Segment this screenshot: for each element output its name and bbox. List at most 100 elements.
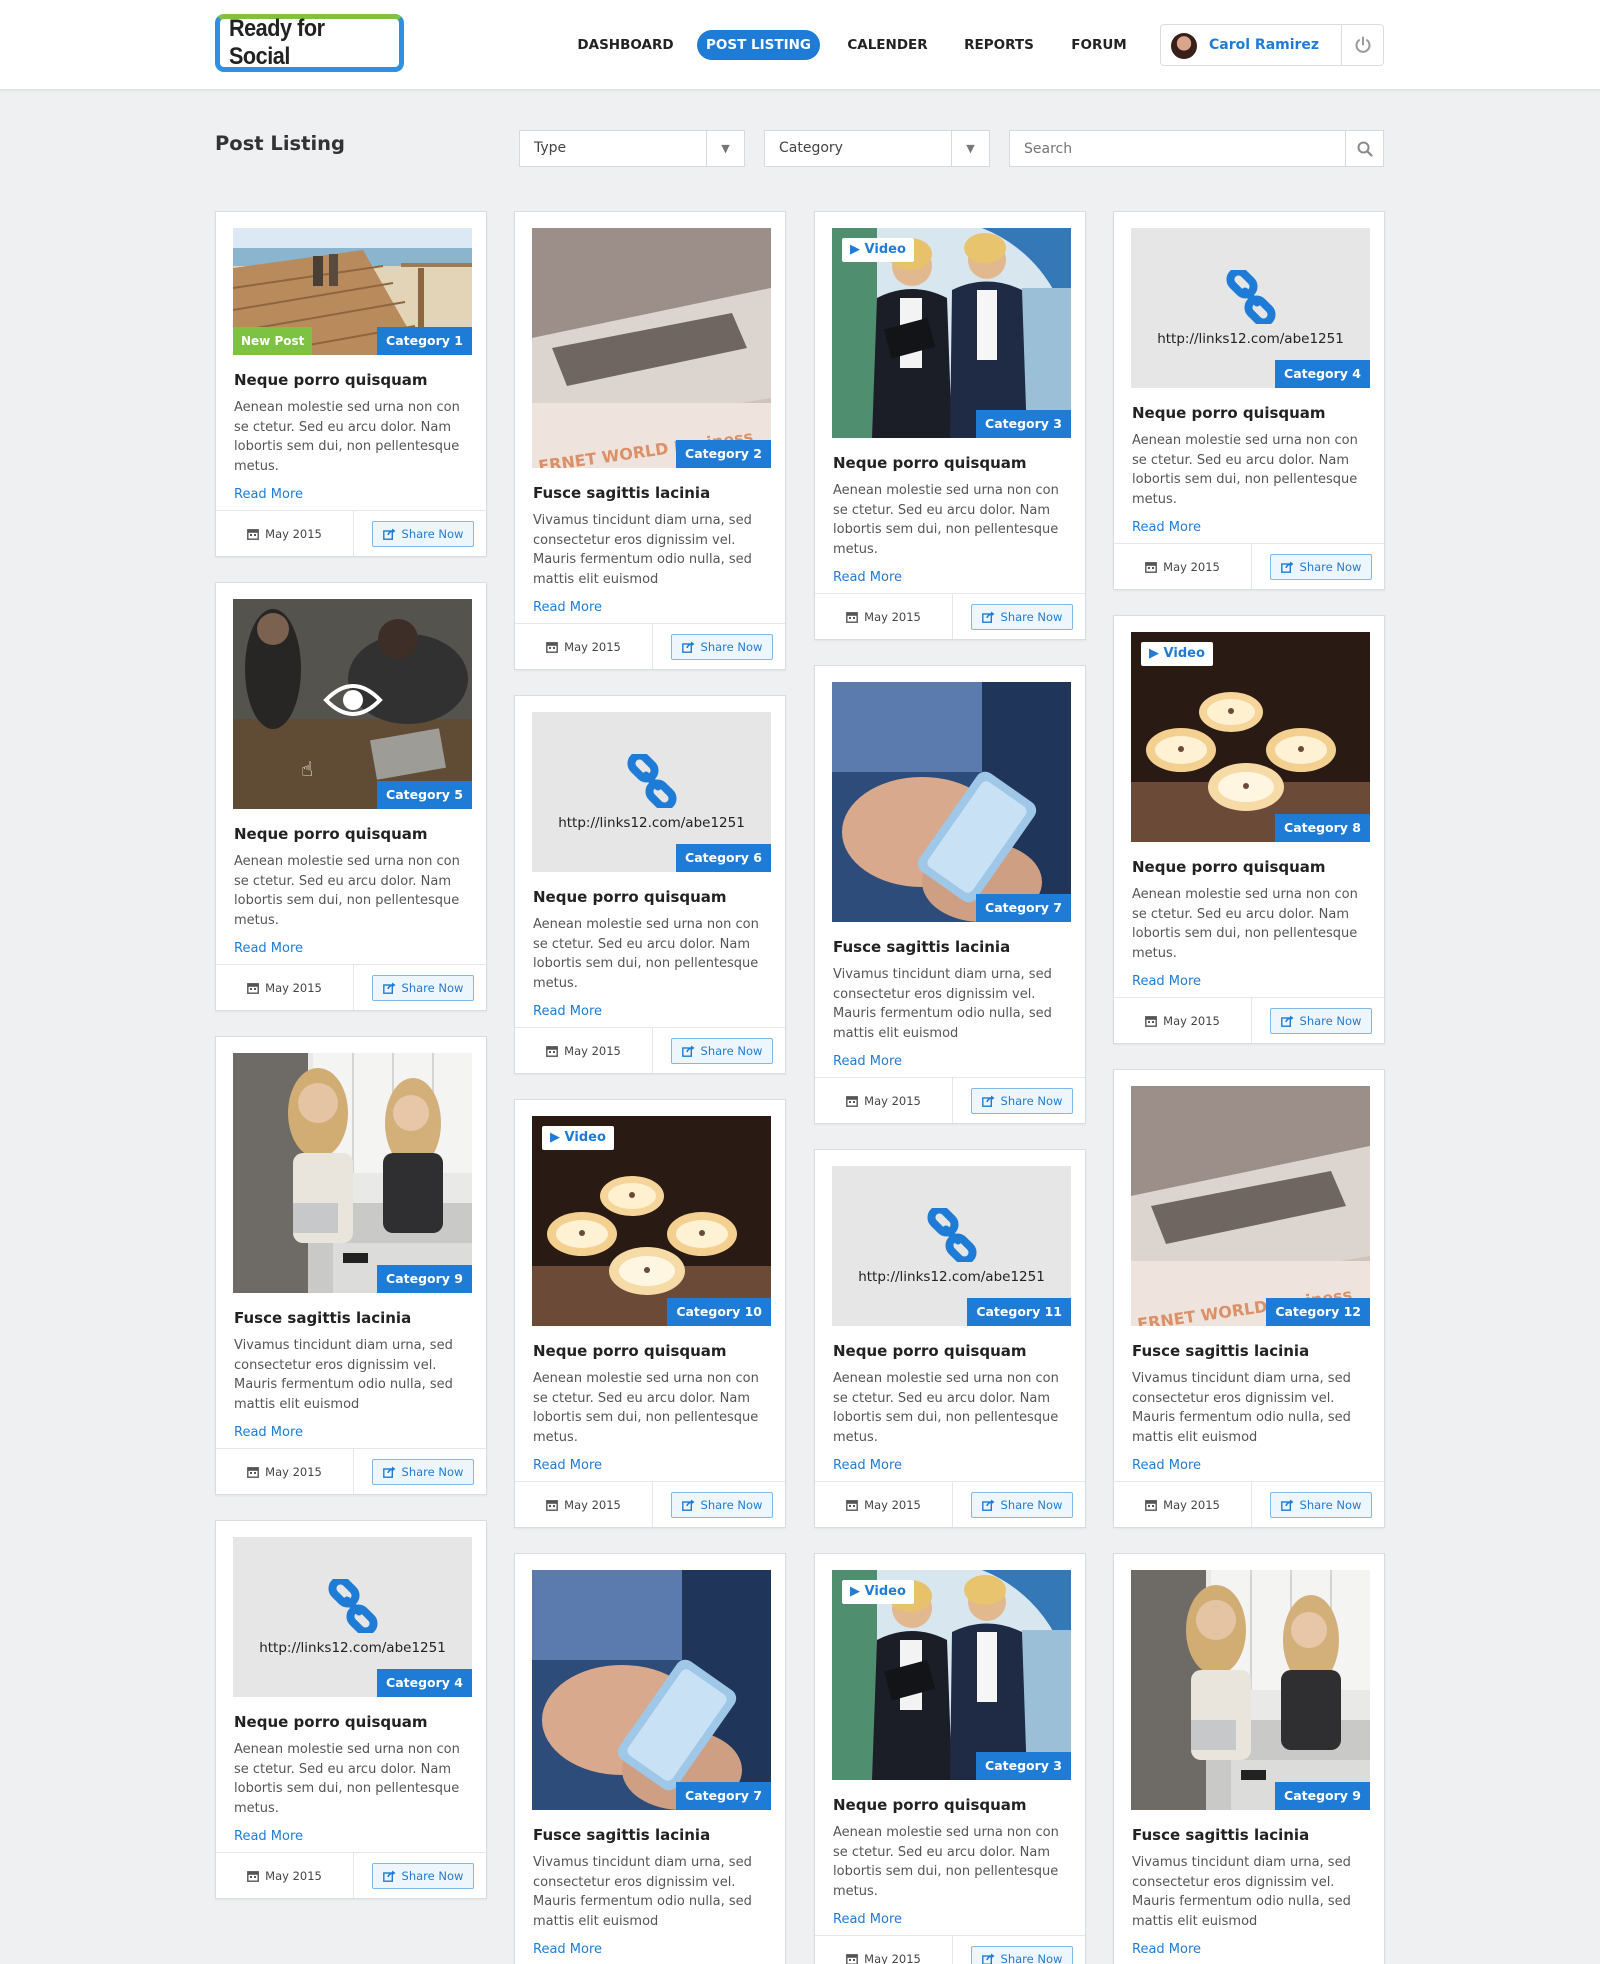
read-more-link[interactable]: Read More: [234, 941, 303, 956]
nav-calender[interactable]: CALENDER: [835, 30, 940, 60]
post-title[interactable]: Neque porro quisquam: [234, 1713, 428, 1731]
category-badge[interactable]: Category 2: [676, 440, 771, 468]
read-more-link[interactable]: Read More: [1132, 1942, 1201, 1957]
post-card[interactable]: ERNET WORLD BusinessCategory 2 Fusce sagi…: [514, 211, 786, 670]
read-more-link[interactable]: Read More: [833, 1912, 902, 1927]
share-now-button[interactable]: Share Now: [1270, 1008, 1372, 1034]
post-title[interactable]: Neque porro quisquam: [234, 825, 428, 843]
link-preview[interactable]: http://links12.com/abe1251 Category 6: [532, 712, 771, 872]
post-card[interactable]: ▶ Video Category 3 Neque porro quisquam Aen…: [814, 1553, 1086, 1964]
post-title[interactable]: Fusce sagittis lacinia: [533, 484, 710, 502]
user-menu[interactable]: Carol Ramirez: [1160, 24, 1384, 66]
share-now-button[interactable]: Share Now: [671, 1492, 773, 1518]
post-image[interactable]: New Post Category 1: [233, 228, 472, 355]
post-image[interactable]: ☝ Category 5: [233, 599, 472, 809]
post-card[interactable]: Category 9 Fusce sagittis lacinia Vivamus …: [215, 1036, 487, 1495]
post-title[interactable]: Fusce sagittis lacinia: [833, 938, 1010, 956]
post-card[interactable]: http://links12.com/abe1251 Category 4 Nequ…: [215, 1520, 487, 1899]
category-badge[interactable]: Category 9: [377, 1265, 472, 1293]
post-card[interactable]: ▶ Video Category 10 Neque porro quisquam Ae…: [514, 1099, 786, 1528]
post-image[interactable]: Category 9: [233, 1053, 472, 1293]
post-title[interactable]: Neque porro quisquam: [533, 1342, 727, 1360]
post-image[interactable]: ▶ Video Category 3: [832, 1570, 1071, 1780]
post-card[interactable]: http://links12.com/abe1251 Category 11 Neq…: [814, 1149, 1086, 1528]
post-card[interactable]: New Post Category 1 Neque porro quisquam Ae…: [215, 211, 487, 557]
post-title[interactable]: Neque porro quisquam: [1132, 404, 1326, 422]
read-more-link[interactable]: Read More: [1132, 974, 1201, 989]
read-more-link[interactable]: Read More: [533, 1458, 602, 1473]
share-now-button[interactable]: Share Now: [1270, 1492, 1372, 1518]
post-image[interactable]: ERNET WORLD BusinessCategory 12: [1131, 1086, 1370, 1326]
category-badge[interactable]: Category 6: [676, 844, 771, 872]
post-image[interactable]: ▶ Video Category 3: [832, 228, 1071, 438]
post-image[interactable]: Category 7: [532, 1570, 771, 1810]
share-now-button[interactable]: Share Now: [372, 975, 474, 1001]
read-more-link[interactable]: Read More: [1132, 520, 1201, 535]
post-card[interactable]: ▶ Video Category 3 Neque porro quisquam Aen…: [814, 211, 1086, 640]
category-badge[interactable]: Category 7: [976, 894, 1071, 922]
post-image[interactable]: Category 9: [1131, 1570, 1370, 1810]
link-preview[interactable]: http://links12.com/abe1251 Category 4: [233, 1537, 472, 1697]
post-title[interactable]: Neque porro quisquam: [833, 454, 1027, 472]
read-more-link[interactable]: Read More: [833, 570, 902, 585]
read-more-link[interactable]: Read More: [234, 1425, 303, 1440]
share-now-button[interactable]: Share Now: [971, 1492, 1073, 1518]
post-card[interactable]: http://links12.com/abe1251 Category 4 Nequ…: [1113, 211, 1385, 590]
post-card[interactable]: ▶ Video Category 8 Neque porro quisquam Aen…: [1113, 615, 1385, 1044]
category-badge[interactable]: Category 5: [377, 781, 472, 809]
app-logo[interactable]: Ready for Social: [215, 14, 404, 72]
category-select[interactable]: Category ▼: [764, 130, 990, 167]
nav-post-listing[interactable]: POST LISTING: [697, 30, 820, 60]
share-now-button[interactable]: Share Now: [372, 1459, 474, 1485]
nav-reports[interactable]: REPORTS: [954, 30, 1044, 60]
post-image[interactable]: ▶ Video Category 8: [1131, 632, 1370, 842]
share-now-button[interactable]: Share Now: [671, 1038, 773, 1064]
power-icon[interactable]: [1341, 25, 1383, 65]
link-preview[interactable]: http://links12.com/abe1251 Category 11: [832, 1166, 1071, 1326]
post-title[interactable]: Neque porro quisquam: [833, 1342, 1027, 1360]
share-now-button[interactable]: Share Now: [971, 1946, 1073, 1964]
category-badge[interactable]: Category 11: [967, 1298, 1071, 1326]
share-now-button[interactable]: Share Now: [971, 1088, 1073, 1114]
post-card[interactable]: Category 7 Fusce sagittis lacinia Vivamus …: [514, 1553, 786, 1964]
read-more-link[interactable]: Read More: [234, 487, 303, 502]
link-preview[interactable]: http://links12.com/abe1251 Category 4: [1131, 228, 1370, 388]
share-now-button[interactable]: Share Now: [1270, 554, 1372, 580]
read-more-link[interactable]: Read More: [234, 1829, 303, 1844]
category-badge[interactable]: Category 3: [976, 410, 1071, 438]
nav-forum[interactable]: FORUM: [1060, 30, 1138, 60]
read-more-link[interactable]: Read More: [533, 1004, 602, 1019]
post-card[interactable]: ☝ Category 5 Neque porro quisquam Aenean mo…: [215, 582, 487, 1011]
post-title[interactable]: Fusce sagittis lacinia: [1132, 1342, 1309, 1360]
read-more-link[interactable]: Read More: [1132, 1458, 1201, 1473]
post-card[interactable]: http://links12.com/abe1251 Category 6 Nequ…: [514, 695, 786, 1074]
category-badge[interactable]: Category 7: [676, 1782, 771, 1810]
read-more-link[interactable]: Read More: [533, 600, 602, 615]
read-more-link[interactable]: Read More: [833, 1458, 902, 1473]
read-more-link[interactable]: Read More: [833, 1054, 902, 1069]
post-image[interactable]: Category 7: [832, 682, 1071, 922]
post-title[interactable]: Neque porro quisquam: [533, 888, 727, 906]
post-card[interactable]: ERNET WORLD BusinessCategory 12 Fusce sag…: [1113, 1069, 1385, 1528]
share-now-button[interactable]: Share Now: [671, 634, 773, 660]
type-select[interactable]: Type ▼: [519, 130, 745, 167]
share-now-button[interactable]: Share Now: [372, 1863, 474, 1889]
post-title[interactable]: Neque porro quisquam: [234, 371, 428, 389]
share-now-button[interactable]: Share Now: [372, 521, 474, 547]
post-image[interactable]: ERNET WORLD BusinessCategory 2: [532, 228, 771, 468]
category-badge[interactable]: Category 9: [1275, 1782, 1370, 1810]
category-badge[interactable]: Category 10: [667, 1298, 771, 1326]
search-icon[interactable]: [1345, 131, 1383, 166]
share-now-button[interactable]: Share Now: [971, 604, 1073, 630]
post-title[interactable]: Fusce sagittis lacinia: [234, 1309, 411, 1327]
post-title[interactable]: Fusce sagittis lacinia: [533, 1826, 710, 1844]
read-more-link[interactable]: Read More: [533, 1942, 602, 1957]
category-badge[interactable]: Category 3: [976, 1752, 1071, 1780]
post-card[interactable]: Category 9 Fusce sagittis lacinia Vivamus …: [1113, 1553, 1385, 1964]
eye-icon[interactable]: [322, 680, 383, 720]
post-title[interactable]: Fusce sagittis lacinia: [1132, 1826, 1309, 1844]
post-card[interactable]: Category 7 Fusce sagittis lacinia Vivamus …: [814, 665, 1086, 1124]
post-title[interactable]: Neque porro quisquam: [1132, 858, 1326, 876]
category-badge[interactable]: Category 4: [1275, 360, 1370, 388]
search-input[interactable]: [1010, 131, 1340, 166]
